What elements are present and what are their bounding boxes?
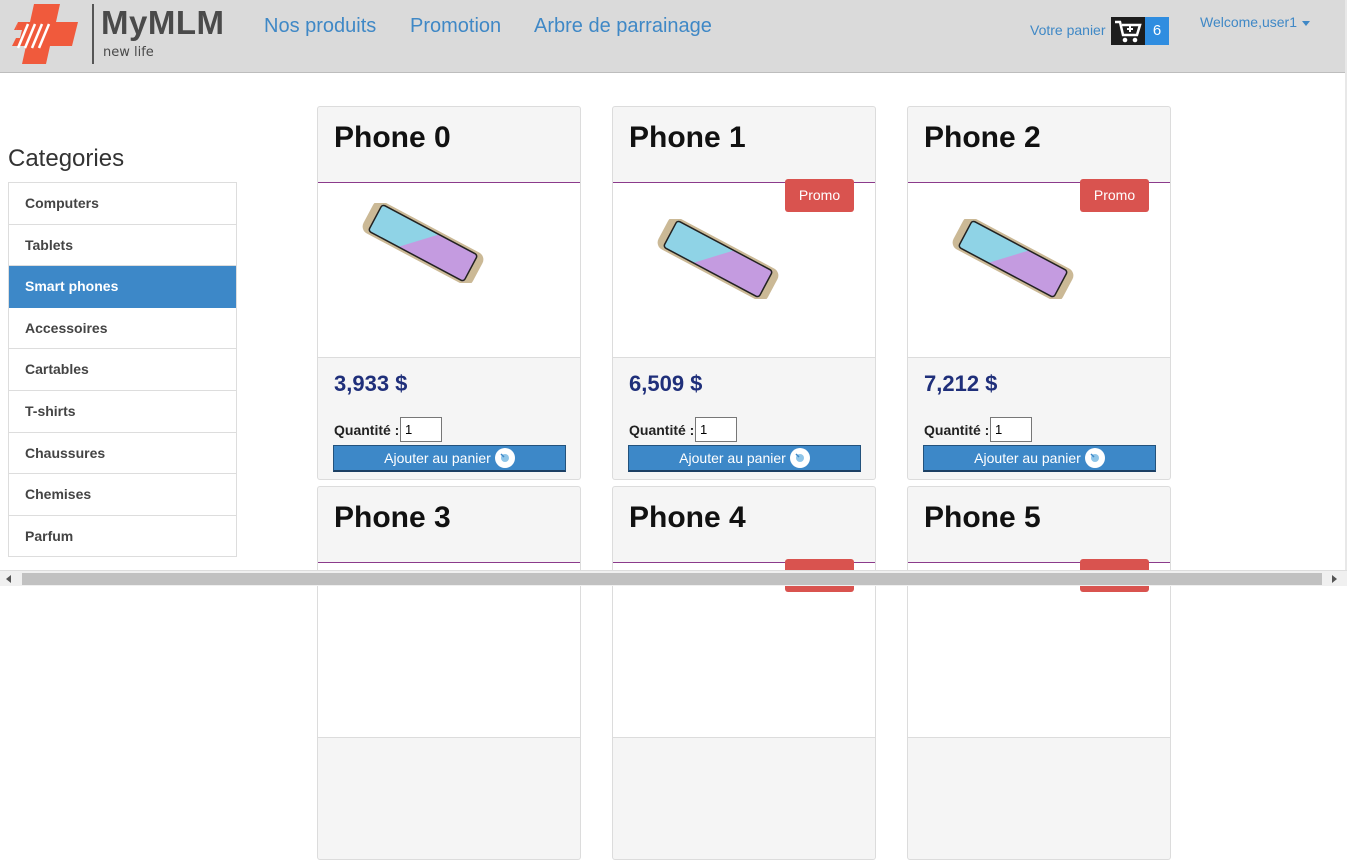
product-card: Phone 2 Promo 7,212 $ Quantité : Ajouter…	[907, 106, 1171, 480]
add-to-cart-label: Ajouter au panier	[384, 449, 491, 466]
product-card: Phone 3	[317, 486, 581, 860]
add-to-cart-button[interactable]: Ajouter au panier	[628, 445, 861, 472]
category-item-chemises[interactable]: Chemises	[9, 474, 236, 516]
cart-label: Votre panier	[1030, 22, 1106, 38]
product-name: Phone 3	[334, 501, 451, 534]
horizontal-scrollbar[interactable]	[0, 570, 1347, 586]
horizontal-scrollbar-thumb[interactable]	[22, 573, 1322, 585]
add-to-cart-button[interactable]: Ajouter au panier	[923, 445, 1156, 472]
user-welcome-text: Welcome,user1	[1200, 14, 1298, 30]
user-menu-dropdown[interactable]: Welcome,user1	[1200, 14, 1311, 30]
product-price: 3,933 $	[334, 371, 408, 396]
product-image-area: Promo	[613, 559, 875, 738]
category-item-tablets[interactable]: Tablets	[9, 225, 236, 267]
category-item-accessoires[interactable]: Accessoires	[9, 308, 236, 350]
caret-down-icon	[1302, 20, 1311, 26]
promo-badge: Promo	[1080, 179, 1149, 212]
product-image-area: Promo	[908, 179, 1170, 358]
product-image-area	[318, 562, 580, 738]
product-price: 6,509 $	[629, 371, 703, 396]
product-card: Phone 0 3,933 $ Quantité : Ajouter au pa…	[317, 106, 581, 480]
category-item-cartables[interactable]: Cartables	[9, 349, 236, 391]
category-list: Computers Tablets Smart phones Accessoir…	[8, 182, 237, 558]
product-image[interactable]	[653, 219, 783, 299]
product-name: Phone 1	[629, 121, 746, 154]
add-to-cart-icon	[789, 447, 810, 468]
category-item-chaussures[interactable]: Chaussures	[9, 433, 236, 475]
category-item-t-shirts[interactable]: T-shirts	[9, 391, 236, 433]
product-image-area: Promo	[908, 559, 1170, 738]
category-item-computers[interactable]: Computers	[9, 183, 236, 225]
categories-heading: Categories	[8, 145, 125, 172]
category-item-smart-phones[interactable]: Smart phones	[9, 266, 236, 308]
brand-tagline: new life	[103, 45, 154, 60]
product-card: Phone 1 Promo 6,509 $ Quantité : Ajouter…	[612, 106, 876, 480]
add-to-cart-icon	[1084, 447, 1105, 468]
scroll-left-arrow-icon[interactable]	[6, 575, 11, 583]
cart-count-badge: 6	[1145, 17, 1169, 45]
product-card: Phone 4 Promo	[612, 486, 876, 860]
logo-cross-icon	[12, 4, 78, 64]
quantity-input[interactable]	[695, 417, 737, 442]
product-image[interactable]	[358, 203, 488, 283]
logo-divider	[92, 4, 94, 64]
brand-logo[interactable]: MyMLM new life	[12, 2, 252, 66]
add-to-cart-icon	[494, 447, 515, 468]
add-to-cart-label: Ajouter au panier	[679, 449, 786, 466]
product-name: Phone 5	[924, 501, 1041, 534]
nav-link-arbre-de-parrainage[interactable]: Arbre de parrainage	[534, 15, 712, 38]
product-name: Phone 4	[629, 501, 746, 534]
nav-link-nos-produits[interactable]: Nos produits	[264, 15, 376, 38]
quantity-label: Quantité :	[629, 422, 695, 438]
add-to-cart-button[interactable]: Ajouter au panier	[333, 445, 566, 472]
top-navbar: MyMLM new life Nos produits Promotion Ar…	[0, 0, 1347, 73]
product-image-area: Promo	[613, 179, 875, 358]
nav-link-promotion[interactable]: Promotion	[410, 15, 501, 38]
quantity-label: Quantité :	[334, 422, 400, 438]
product-image[interactable]	[948, 219, 1078, 299]
quantity-label: Quantité :	[924, 422, 990, 438]
brand-name: MyMLM	[101, 4, 225, 41]
shopping-cart-icon	[1111, 17, 1145, 45]
product-name: Phone 2	[924, 121, 1041, 154]
product-name: Phone 0	[334, 121, 451, 154]
scroll-right-arrow-icon[interactable]	[1332, 575, 1337, 583]
product-card: Phone 5 Promo	[907, 486, 1171, 860]
product-image-area	[318, 182, 580, 358]
quantity-input[interactable]	[990, 417, 1032, 442]
category-item-parfum[interactable]: Parfum	[9, 516, 236, 558]
promo-badge: Promo	[785, 179, 854, 212]
quantity-input[interactable]	[400, 417, 442, 442]
add-to-cart-label: Ajouter au panier	[974, 449, 1081, 466]
product-price: 7,212 $	[924, 371, 998, 396]
